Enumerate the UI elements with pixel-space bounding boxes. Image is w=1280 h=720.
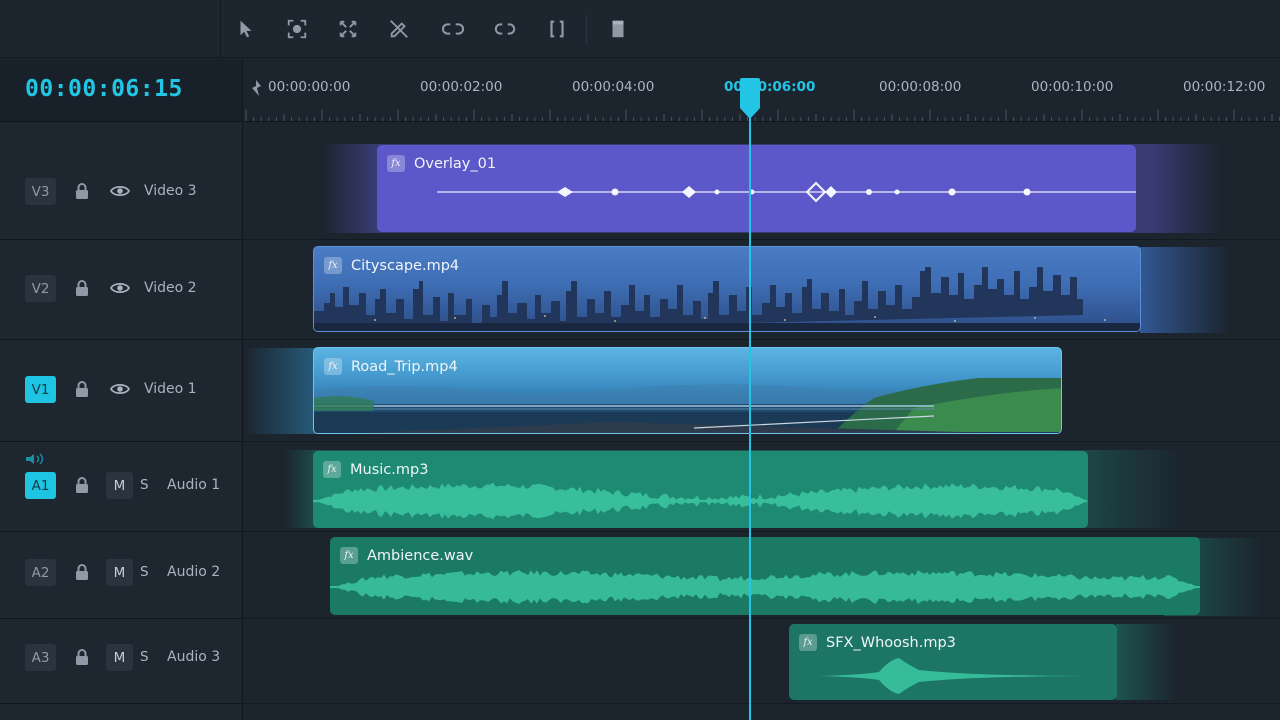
lock-icon[interactable]: [73, 380, 91, 398]
link-tool-icon[interactable]: [438, 14, 468, 44]
timeline-lanes: fx Overlay_01 fx Cityscape.mp4 fx Road_T…: [244, 122, 1280, 720]
track-badge-v3[interactable]: V3: [25, 178, 56, 205]
eye-icon[interactable]: [110, 279, 130, 297]
track-name: Video 3: [144, 183, 197, 199]
unlink-tool-icon[interactable]: [490, 14, 520, 44]
focus-tool-icon[interactable]: [282, 14, 312, 44]
track-badge-a2[interactable]: A2: [25, 559, 56, 586]
clip-name: Ambience.wav: [367, 547, 474, 564]
clip-title: fx Ambience.wav: [340, 547, 473, 564]
toolbar-divider: [220, 0, 221, 58]
marker-tool-icon[interactable]: [603, 14, 633, 44]
track-header-v3: V3 Video 3: [0, 122, 243, 240]
clip-name: SFX_Whoosh.mp3: [826, 634, 956, 651]
fx-icon: fx: [387, 155, 405, 172]
solo-button[interactable]: S: [140, 564, 149, 580]
toolbar: [0, 0, 1280, 58]
clip-music[interactable]: fx Music.mp3: [313, 451, 1088, 528]
fx-icon: fx: [340, 547, 358, 564]
waveform-path: [330, 570, 1200, 604]
city-thumbnail: [314, 267, 1140, 331]
clip-sfx-whoosh[interactable]: fx SFX_Whoosh.mp3: [789, 624, 1117, 700]
track-name: Video 2: [144, 280, 197, 296]
fx-icon: fx: [324, 358, 342, 375]
audio-waveform: [330, 570, 1200, 604]
time-ruler[interactable]: 00:00:00:00 00:00:02:00 00:00:04:00 00:0…: [244, 59, 1280, 122]
road-thumbnail: [314, 378, 1061, 433]
current-timecode[interactable]: 00:00:06:15: [25, 76, 183, 102]
ruler-label: 00:00:08:00: [879, 79, 962, 95]
track-header-v2: V2 Video 2: [0, 240, 243, 340]
track-header-v1: V1 Video 1: [0, 340, 243, 442]
ruler-label: 00:00:02:00: [420, 79, 503, 95]
ruler-label: 00:00:10:00: [1031, 79, 1114, 95]
bracket-tool-icon[interactable]: [542, 14, 572, 44]
fx-icon: fx: [799, 634, 817, 651]
speaker-icon: [26, 453, 44, 465]
clip-title: fx Road_Trip.mp4: [324, 358, 458, 375]
ruler-label: 00:00:00:00: [268, 79, 351, 95]
select-tool-icon[interactable]: [231, 14, 261, 44]
track-badge-a1[interactable]: A1: [25, 472, 56, 499]
track-header-a1: A1 M S Audio 1: [0, 442, 243, 532]
clip-name: Road_Trip.mp4: [351, 358, 458, 375]
keyframe-line: [437, 181, 1136, 203]
mute-button[interactable]: M: [106, 472, 133, 499]
ruler-label-active: 00:00:06:00: [724, 79, 816, 95]
track-name: Audio 2: [167, 564, 221, 580]
track-badge-v2[interactable]: V2: [25, 275, 56, 302]
clip-glow: [1116, 624, 1176, 700]
ruler-label: 00:00:04:00: [572, 79, 655, 95]
track-name: Audio 1: [167, 477, 221, 493]
fx-icon: fx: [323, 461, 341, 478]
clip-glow: [244, 348, 324, 434]
snap-icon[interactable]: [248, 79, 264, 97]
eye-icon[interactable]: [110, 380, 130, 398]
playhead-handle[interactable]: [739, 78, 761, 120]
ruler-ticks: [245, 110, 1280, 121]
timecode-panel: 00:00:06:15: [0, 59, 243, 122]
expand-tool-icon[interactable]: [333, 14, 363, 44]
toolbar-divider: [586, 14, 587, 44]
track-headers: V3 Video 3 V2 Video 2 V1 Video 1 A1 M S …: [0, 122, 243, 720]
clip-cityscape[interactable]: fx Cityscape.mp4: [313, 246, 1141, 332]
audio-waveform: [819, 658, 1089, 694]
clip-glow: [1140, 247, 1230, 333]
clip-title: fx Music.mp3: [323, 461, 428, 478]
razor-tool-icon[interactable]: [384, 14, 414, 44]
mute-button[interactable]: M: [106, 644, 133, 671]
audio-waveform: [313, 482, 1087, 520]
clip-ambience[interactable]: fx Ambience.wav: [330, 537, 1200, 615]
solo-button[interactable]: S: [140, 477, 149, 493]
clip-name: Overlay_01: [414, 155, 497, 172]
clip-title: fx SFX_Whoosh.mp3: [799, 634, 956, 651]
lock-icon[interactable]: [73, 182, 91, 200]
clip-name: Cityscape.mp4: [351, 257, 460, 274]
lock-icon[interactable]: [73, 476, 91, 494]
waveform-path: [313, 482, 1087, 520]
track-header-a2: A2 M S Audio 2: [0, 532, 243, 619]
timeline-editor: 00:00:06:15 00:00:00:00 00:00:02:00 00:0…: [0, 0, 1280, 720]
fx-icon: fx: [324, 257, 342, 274]
track-header-a3: A3 M S Audio 3: [0, 619, 243, 704]
clip-name: Music.mp3: [350, 461, 429, 478]
clip-road-trip[interactable]: fx Road_Trip.mp4: [313, 347, 1062, 434]
lock-icon[interactable]: [73, 563, 91, 581]
ruler-label: 00:00:12:00: [1183, 79, 1266, 95]
playhead-line: [749, 100, 751, 720]
track-badge-a3[interactable]: A3: [25, 644, 56, 671]
lock-icon[interactable]: [73, 279, 91, 297]
mute-button[interactable]: M: [106, 559, 133, 586]
track-name: Video 1: [144, 381, 197, 397]
solo-button[interactable]: S: [140, 649, 149, 665]
track-name: Audio 3: [167, 649, 221, 665]
lock-icon[interactable]: [73, 648, 91, 666]
eye-icon[interactable]: [110, 182, 130, 200]
track-badge-v1[interactable]: V1: [25, 376, 56, 403]
clip-title: fx Overlay_01: [387, 155, 496, 172]
clip-title: fx Cityscape.mp4: [324, 257, 459, 274]
clip-overlay[interactable]: fx Overlay_01: [377, 145, 1136, 232]
